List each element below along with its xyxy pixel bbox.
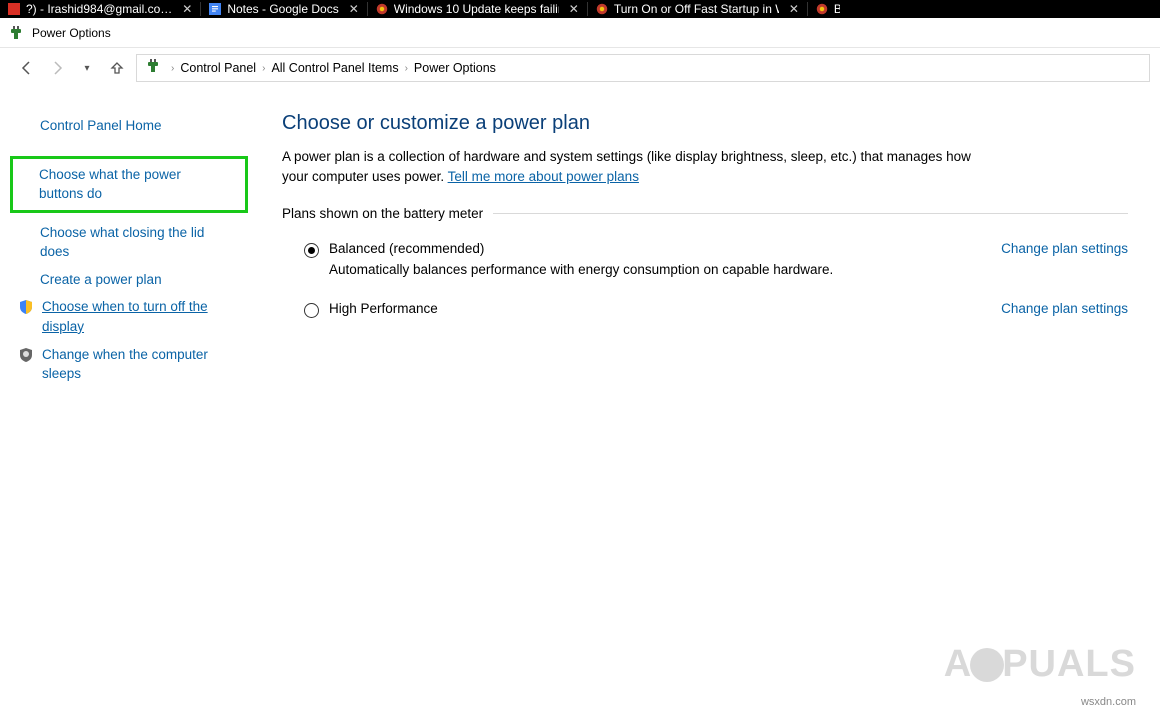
chevron-right-icon: ›: [260, 63, 267, 74]
breadcrumb-item[interactable]: Control Panel: [180, 61, 256, 75]
up-button[interactable]: [106, 57, 128, 79]
browser-tab[interactable]: ?) - Irashid984@gmail.co… ✕: [0, 0, 200, 18]
sidebar-item-label: Choose when to turn off the display: [42, 297, 222, 336]
tab-title: Windows 10 Update keeps failin…: [394, 2, 559, 16]
plan-name[interactable]: Balanced (recommended): [329, 241, 985, 256]
tab-title: Turn On or Off Fast Startup in W…: [614, 2, 779, 16]
plan-radio-high-performance[interactable]: [304, 303, 319, 318]
close-icon[interactable]: ✕: [182, 2, 192, 16]
learn-more-link[interactable]: Tell me more about power plans: [448, 169, 639, 184]
browser-tabstrip: ?) - Irashid984@gmail.co… ✕ Notes - Goog…: [0, 0, 1160, 18]
tab-title: ?) - Irashid984@gmail.co…: [26, 2, 172, 16]
watermark-logo: A PUALS: [944, 643, 1136, 686]
sidebar-home-link[interactable]: Control Panel Home: [14, 112, 248, 140]
plan-name[interactable]: High Performance: [329, 301, 985, 316]
sidebar-item-closing-lid[interactable]: Choose what closing the lid does: [14, 219, 248, 266]
shield-icon: [18, 299, 34, 315]
breadcrumb[interactable]: › Control Panel › All Control Panel Item…: [136, 54, 1150, 82]
sidebar: Control Panel Home Choose what the power…: [0, 88, 258, 726]
recent-locations-button[interactable]: ▾: [76, 57, 98, 79]
power-options-icon: [145, 58, 161, 79]
browser-tab[interactable]: Turn On or Off Fast Startup in W… ✕: [588, 0, 807, 18]
footer-url: wsxdn.com: [1081, 696, 1136, 708]
browser-tab[interactable]: Notes - Google Docs ✕: [201, 0, 366, 18]
sidebar-item-turn-off-display[interactable]: Choose when to turn off the display: [14, 293, 248, 340]
window-titlebar: Power Options: [0, 18, 1160, 48]
change-plan-settings-link[interactable]: Change plan settings: [1001, 241, 1128, 277]
main-panel: Choose or customize a power plan A power…: [258, 88, 1160, 726]
favicon-gmail-icon: [8, 3, 20, 15]
close-icon[interactable]: ✕: [569, 2, 579, 16]
chevron-down-icon: ▾: [84, 63, 89, 74]
change-plan-settings-link[interactable]: Change plan settings: [1001, 301, 1128, 318]
power-options-icon: [8, 25, 24, 41]
section-label: Plans shown on the battery meter: [282, 206, 483, 221]
shield-icon: [18, 347, 34, 363]
favicon-appuals-icon: [596, 3, 608, 15]
content-area: Control Panel Home Choose what the power…: [0, 88, 1160, 726]
page-heading: Choose or customize a power plan: [282, 112, 1128, 135]
browser-tab[interactable]: Windows 10 Update keeps failin… ✕: [368, 0, 587, 18]
browser-tab[interactable]: B…: [808, 0, 848, 18]
sidebar-item-computer-sleeps[interactable]: Change when the computer sleeps: [14, 341, 248, 388]
section-header: Plans shown on the battery meter: [282, 206, 1128, 221]
sidebar-item-label: Change when the computer sleeps: [42, 345, 222, 384]
favicon-gdocs-icon: [209, 3, 221, 15]
favicon-appuals-icon: [376, 3, 388, 15]
close-icon[interactable]: ✕: [349, 2, 359, 16]
breadcrumb-item[interactable]: All Control Panel Items: [271, 61, 398, 75]
window-title: Power Options: [32, 26, 111, 40]
explorer-navigation: ▾ › Control Panel › All Control Panel It…: [0, 48, 1160, 88]
plan-description: Automatically balances performance with …: [329, 262, 985, 277]
watermark-face-icon: [970, 648, 1004, 682]
plan-radio-balanced[interactable]: [304, 243, 319, 258]
breadcrumb-item[interactable]: Power Options: [414, 61, 496, 75]
tab-title: Notes - Google Docs: [227, 2, 338, 16]
sidebar-item-power-buttons[interactable]: Choose what the power buttons do: [10, 156, 248, 213]
favicon-appuals-icon: [816, 3, 828, 15]
power-plan-row: High Performance Change plan settings: [282, 297, 1128, 338]
chevron-right-icon: ›: [169, 63, 176, 74]
power-plan-row: Balanced (recommended) Automatically bal…: [282, 237, 1128, 297]
back-button[interactable]: [16, 57, 38, 79]
close-icon[interactable]: ✕: [789, 2, 799, 16]
tab-title: B…: [834, 2, 840, 16]
page-description: A power plan is a collection of hardware…: [282, 147, 982, 186]
forward-button[interactable]: [46, 57, 68, 79]
chevron-right-icon: ›: [403, 63, 410, 74]
sidebar-item-create-plan[interactable]: Create a power plan: [14, 266, 248, 294]
divider: [493, 213, 1128, 214]
